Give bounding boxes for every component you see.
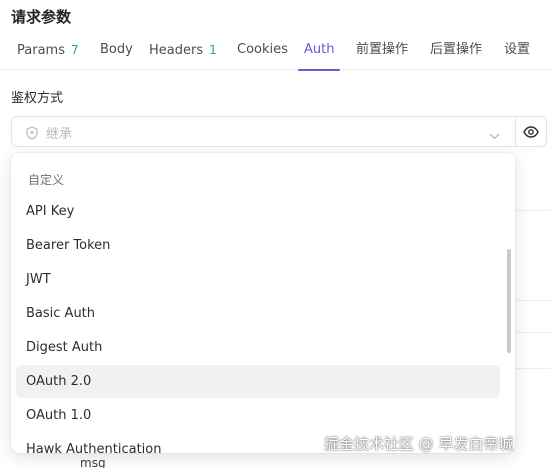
tab-cookies[interactable]: Cookies xyxy=(237,34,288,70)
tab-label: 设置 xyxy=(504,42,531,57)
auth-method-label: 鉴权方式 xyxy=(11,91,64,106)
tab-label: 后置操作 xyxy=(430,42,483,57)
auth-method-dropdown: 自定义 API Key Bearer Token JWT Basic Auth … xyxy=(11,153,515,453)
table-divider xyxy=(515,368,551,369)
option-oauth-1[interactable]: OAuth 1.0 xyxy=(16,399,500,432)
tab-params[interactable]: Params 7 xyxy=(17,34,79,70)
tab-count-badge: 7 xyxy=(70,43,79,57)
tab-label: 前置操作 xyxy=(356,42,409,57)
chevron-down-icon xyxy=(489,127,500,140)
tab-bar: Params 7 Body Headers 1 Cookies Auth 前置操作 … xyxy=(0,34,551,71)
option-oauth-2[interactable]: OAuth 2.0 xyxy=(16,365,500,398)
tab-label: Body xyxy=(100,42,133,57)
page-title: 请求参数 xyxy=(11,8,72,26)
dropdown-scrollbar[interactable] xyxy=(507,249,511,353)
tab-auth[interactable]: Auth xyxy=(298,34,341,71)
option-bearer-token[interactable]: Bearer Token xyxy=(16,229,500,262)
tab-settings[interactable]: 设置 xyxy=(504,34,530,70)
toggle-visibility-button[interactable] xyxy=(515,116,547,147)
tab-post-operations[interactable]: 后置操作 xyxy=(430,34,482,70)
request-params-page: 请求参数 Params 7 Body Headers 1 Cookies Auth … xyxy=(0,0,551,468)
option-digest-auth[interactable]: Digest Auth xyxy=(16,331,500,364)
tab-label: Auth xyxy=(304,42,335,57)
watermark: 掘金技术社区 @ 早发白帝城 xyxy=(324,435,514,453)
tab-headers[interactable]: Headers 1 xyxy=(149,34,217,70)
tab-body[interactable]: Body xyxy=(100,34,133,70)
active-tab-indicator xyxy=(298,69,341,71)
tab-pre-operations[interactable]: 前置操作 xyxy=(356,34,408,70)
tab-label: Cookies xyxy=(237,42,288,57)
option-group-label: 自定义 xyxy=(28,173,65,187)
table-divider xyxy=(515,300,551,301)
shield-icon xyxy=(25,125,39,140)
option-api-key[interactable]: API Key xyxy=(16,195,500,228)
table-divider xyxy=(515,210,551,211)
auth-select-value: 继承 xyxy=(46,127,73,142)
table-cell: msg xyxy=(80,456,106,468)
tab-count-badge: 1 xyxy=(209,43,217,57)
tab-label: Params xyxy=(17,43,65,58)
option-basic-auth[interactable]: Basic Auth xyxy=(16,297,500,330)
auth-method-select[interactable]: 继承 xyxy=(11,116,516,147)
option-jwt[interactable]: JWT xyxy=(16,263,500,296)
tab-label: Headers xyxy=(149,43,204,58)
table-divider xyxy=(515,332,551,333)
